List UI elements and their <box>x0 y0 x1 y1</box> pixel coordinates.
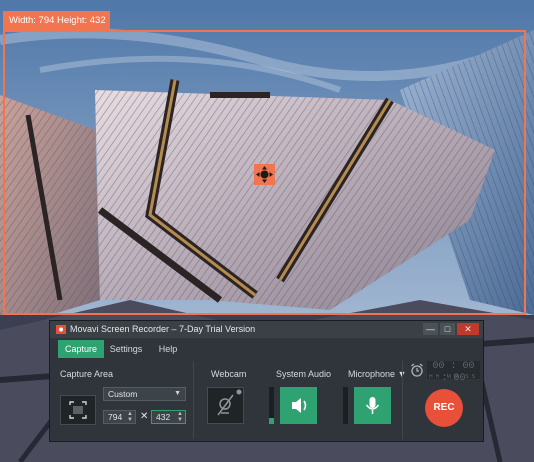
microphone-label[interactable]: Microphone ▼ <box>348 369 406 379</box>
tab-settings[interactable]: Settings <box>106 340 146 358</box>
capture-size-label: Width: 794 Height: 432 <box>3 11 110 30</box>
microphone-toggle-button[interactable] <box>354 387 391 424</box>
screen-recorder-window: Movavi Screen Recorder – 7-Day Trial Ver… <box>49 320 484 442</box>
capture-frame-icon <box>69 401 87 419</box>
system-audio-toggle-button[interactable] <box>280 387 317 424</box>
timer-units: HH MM SS <box>429 374 478 380</box>
system-audio-label: System Audio <box>276 369 332 379</box>
system-audio-level-meter <box>269 387 274 424</box>
capture-preset-dropdown[interactable]: Custom ▼ <box>103 387 186 401</box>
divider <box>402 361 403 439</box>
microphone-icon <box>365 397 380 414</box>
width-spinner-icon[interactable]: ▲ ▼ <box>127 411 133 423</box>
height-spinner-icon[interactable]: ▲ ▼ <box>177 411 183 423</box>
divider <box>193 361 194 439</box>
close-button[interactable]: ✕ <box>457 323 479 335</box>
record-button[interactable]: REC <box>425 389 463 427</box>
restore-button[interactable]: □ <box>440 323 455 335</box>
microphone-level-meter <box>343 387 348 424</box>
capture-preset-value: Custom <box>108 389 138 399</box>
webcam-label: Webcam <box>211 369 247 379</box>
tab-capture[interactable]: Capture <box>58 340 104 358</box>
speaker-icon <box>292 398 307 413</box>
select-area-button[interactable] <box>60 395 96 425</box>
width-input[interactable]: 794 ▲ ▼ <box>103 410 136 424</box>
app-logo-icon <box>56 325 66 334</box>
move-handle[interactable] <box>254 164 275 185</box>
times-sign: ✕ <box>140 411 149 422</box>
window-title: Movavi Screen Recorder – 7-Day Trial Ver… <box>70 324 256 334</box>
tab-help[interactable]: Help <box>150 340 186 358</box>
height-value: 432 <box>156 412 171 422</box>
tab-bar: Capture Settings Help <box>50 340 483 358</box>
width-value: 794 <box>108 412 123 422</box>
height-input[interactable]: 432 ▲ ▼ <box>151 410 186 424</box>
chevron-down-icon: ▼ <box>174 390 181 397</box>
camera-off-icon <box>217 389 242 416</box>
move-arrows-icon <box>256 166 273 183</box>
system-audio-level-fill <box>269 418 274 424</box>
capture-area-label: Capture Area <box>60 369 114 379</box>
webcam-toggle-button[interactable] <box>207 387 244 424</box>
title-bar[interactable]: Movavi Screen Recorder – 7-Day Trial Ver… <box>50 321 483 338</box>
alarm-clock-icon[interactable] <box>410 363 424 377</box>
minimize-button[interactable]: — <box>423 323 438 335</box>
